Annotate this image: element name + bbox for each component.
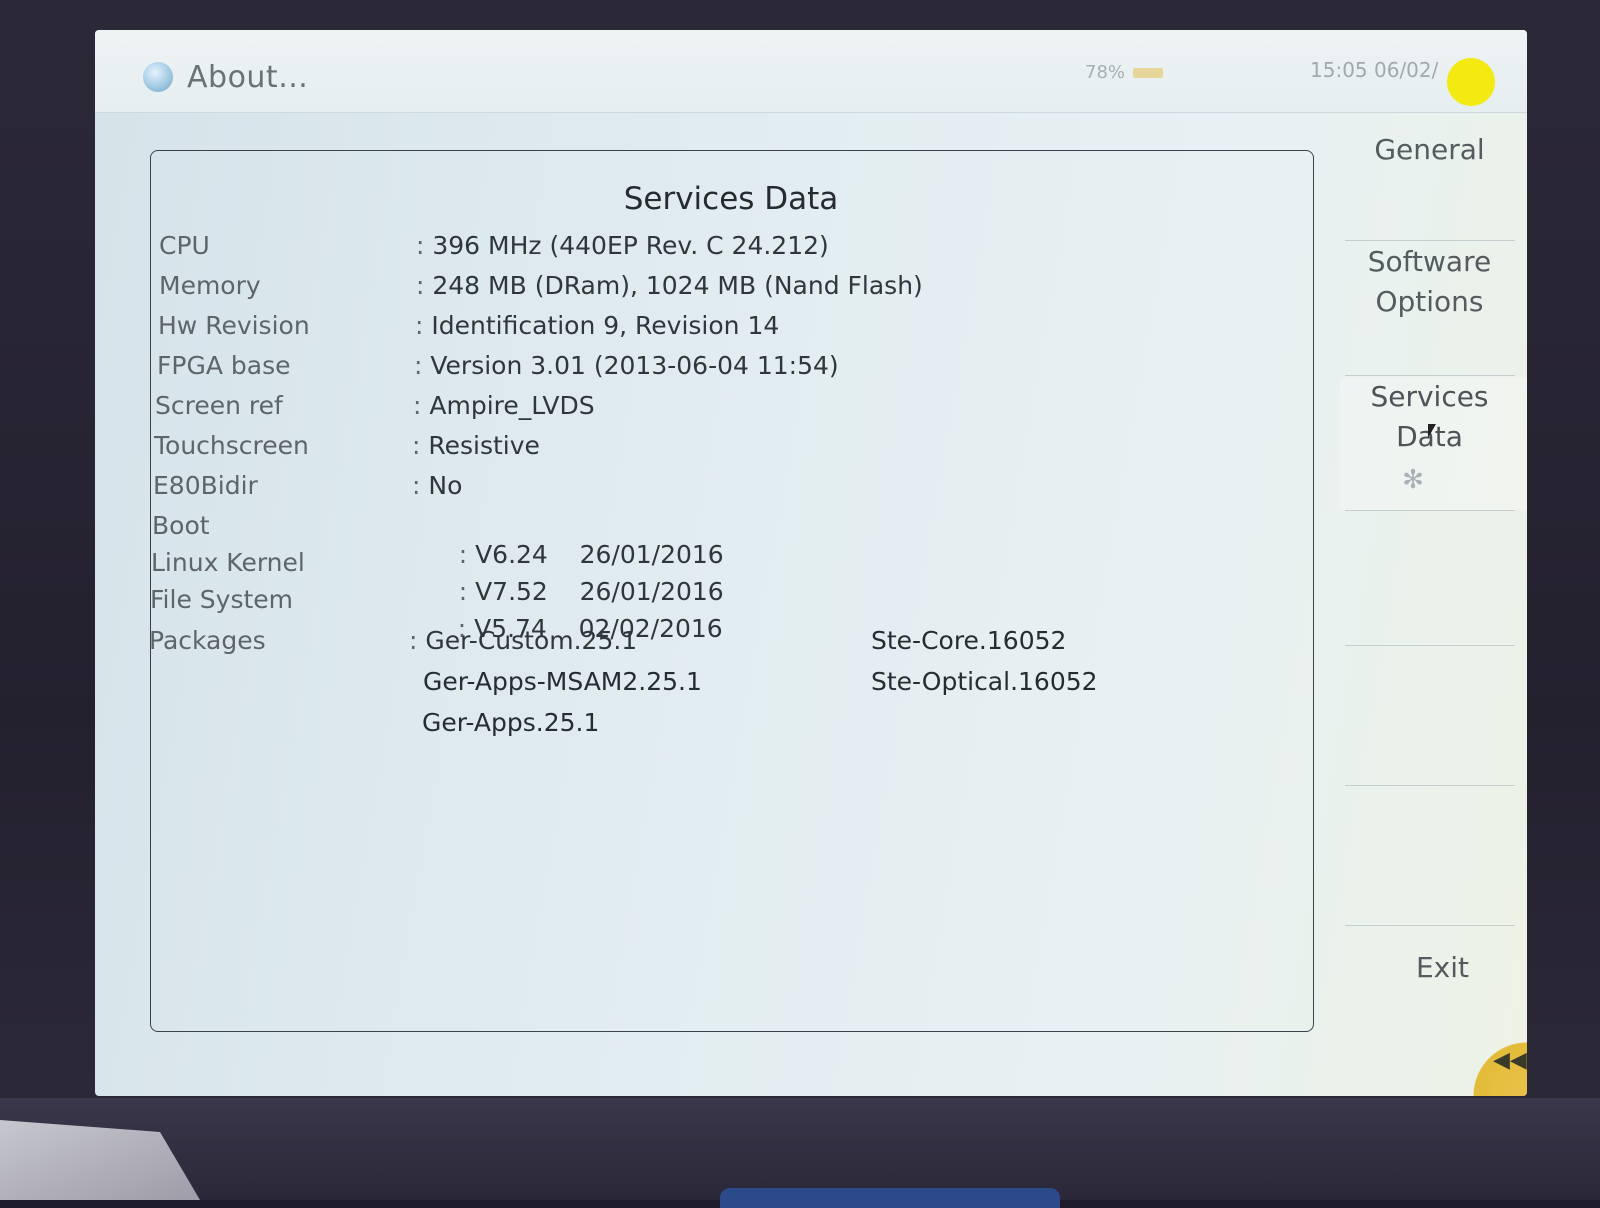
- row-boot: Boot: [152, 511, 210, 540]
- row-linux-kernel: Linux Kernel: [151, 548, 305, 577]
- row-cpu-value: : 396 MHz (440EP Rev. C 24.212): [416, 231, 829, 260]
- row-value: Version 3.01 (2013-06-04 11:54): [430, 351, 839, 380]
- sidebar-divider: [1345, 240, 1515, 241]
- row-cpu: CPU: [159, 231, 210, 260]
- row-label: Hw Revision: [158, 311, 310, 340]
- title-bar: About... 78% 15:05 06/02/: [95, 30, 1527, 113]
- sidebar-item-label: General: [1374, 133, 1485, 166]
- package-item: Ger-Apps-MSAM2.25.1: [423, 667, 702, 696]
- package-item: Ger-Custom.25.1: [425, 626, 638, 655]
- window-title: About...: [187, 60, 309, 95]
- row-fpga-base: FPGA base: [157, 351, 290, 380]
- sidebar-item-label: Software: [1367, 245, 1492, 278]
- row-hw-revision: Hw Revision: [158, 311, 310, 340]
- row-value: No: [428, 471, 463, 500]
- row-label: Memory: [159, 271, 261, 300]
- device-brand-plate: [720, 1188, 1060, 1208]
- sidebar-divider: [1345, 785, 1515, 786]
- sidebar-item-general[interactable]: General: [1332, 130, 1527, 170]
- sidebar-divider: [1345, 645, 1515, 646]
- battery-icon: [1133, 68, 1163, 78]
- row-screen-ref: Screen ref: [155, 391, 283, 420]
- package-item: Ste-Core.16052: [871, 626, 1067, 655]
- row-screen-ref-value: : Ampire_LVDS: [413, 391, 595, 420]
- sidebar-divider: [1345, 925, 1515, 926]
- sidebar-divider: [1345, 510, 1515, 511]
- screen: About... 78% 15:05 06/02/ Services Data …: [95, 30, 1527, 1096]
- sidebar-item-software-options[interactable]: Software Options: [1332, 242, 1527, 322]
- row-label: File System: [150, 585, 294, 614]
- exit-label: Exit: [1415, 951, 1470, 984]
- row-value: 248 MB (DRam), 1024 MB (Nand Flash): [432, 271, 923, 300]
- row-file-system: File System: [150, 585, 293, 614]
- row-label: CPU: [159, 231, 210, 260]
- row-touchscreen-value: : Resistive: [412, 431, 540, 460]
- row-label: Boot: [152, 511, 210, 540]
- device-bezel-bottom: [0, 1098, 1600, 1200]
- row-value: 396 MHz (440EP Rev. C 24.212): [432, 231, 829, 260]
- globe-icon: [143, 62, 173, 92]
- row-hw-revision-value: : Identification 9, Revision 14: [415, 311, 780, 340]
- row-value: Identification 9, Revision 14: [431, 311, 780, 340]
- rewind-icon[interactable]: ◀◀: [1493, 1048, 1527, 1073]
- row-label: E80Bidir: [153, 471, 258, 500]
- row-value: Resistive: [428, 431, 540, 460]
- row-label: Linux Kernel: [151, 548, 305, 577]
- package-item: Ste-Optical.16052: [871, 667, 1098, 696]
- sidebar-divider: [1345, 375, 1515, 376]
- row-label: Screen ref: [155, 391, 283, 420]
- row-memory-value: : 248 MB (DRam), 1024 MB (Nand Flash): [416, 271, 923, 300]
- row-touchscreen: Touchscreen: [154, 431, 309, 460]
- exit-button[interactable]: Exit: [1345, 948, 1527, 988]
- battery-level: 78%: [1085, 62, 1126, 83]
- row-memory: Memory: [159, 271, 261, 300]
- row-packages: Packages: [149, 626, 266, 655]
- package-item: Ger-Apps.25.1: [422, 708, 600, 737]
- spinner-icon: ✻: [1402, 465, 1424, 495]
- row-value: Ampire_LVDS: [429, 391, 595, 420]
- panel-title: Services Data: [623, 181, 839, 217]
- row-packages-value: : Ger-Custom.25.1: [409, 626, 638, 655]
- sidebar-item-services-data[interactable]: Services Data: [1332, 377, 1527, 457]
- row-label: Touchscreen: [154, 431, 309, 460]
- services-data-panel: Services Data CPU : 396 MHz (440EP Rev. …: [149, 150, 1314, 1032]
- status-indicator: [1447, 58, 1495, 106]
- row-label: FPGA base: [157, 351, 291, 380]
- sidebar-item-label: Services: [1370, 380, 1489, 413]
- clock: 15:05 06/02/: [1310, 58, 1439, 82]
- row-fpga-base-value: : Version 3.01 (2013-06-04 11:54): [414, 351, 839, 380]
- row-label: Packages: [149, 626, 266, 655]
- row-e80bidir: E80Bidir: [153, 471, 258, 500]
- pointer-cursor: [1428, 424, 1436, 438]
- sidebar-item-label: Options: [1375, 285, 1484, 318]
- row-e80bidir-value: : No: [412, 471, 463, 500]
